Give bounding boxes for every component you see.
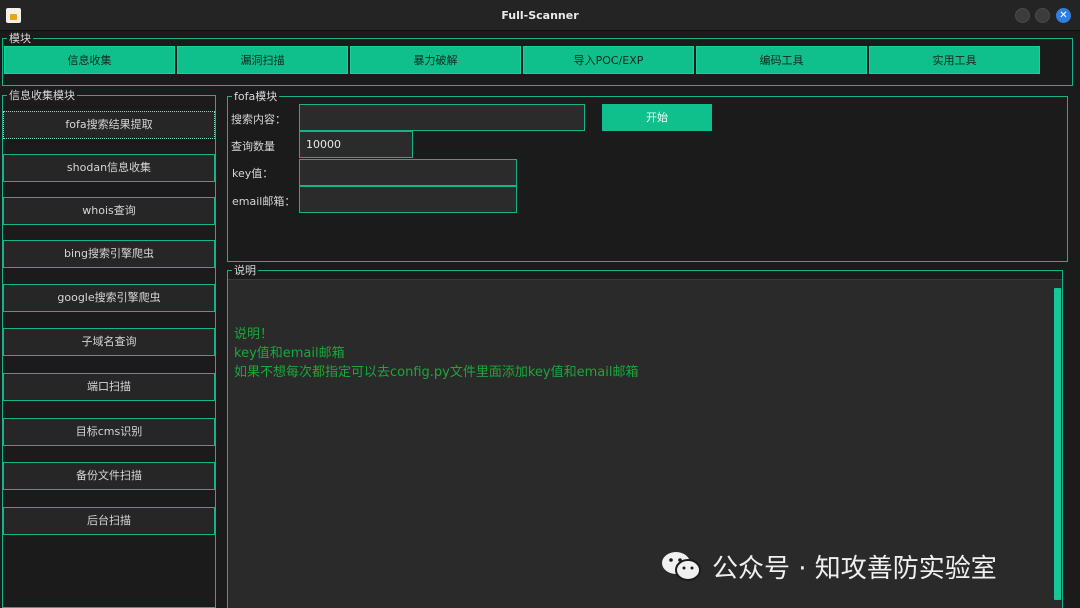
watermark: 公众号 · 知攻善防实验室 bbox=[660, 548, 997, 584]
title-bar: Full-Scanner ✕ bbox=[0, 0, 1080, 31]
sidebar-item-cms[interactable]: 目标cms识别 bbox=[3, 418, 215, 446]
description-legend: 说明 bbox=[232, 264, 258, 277]
maximize-button[interactable] bbox=[1035, 8, 1050, 23]
email-input[interactable] bbox=[299, 186, 517, 213]
tab-encoding-tools[interactable]: 编码工具 bbox=[696, 46, 867, 74]
sidebar-item-admin-scan[interactable]: 后台扫描 bbox=[3, 507, 215, 535]
key-input[interactable] bbox=[299, 159, 517, 186]
tab-utility-tools[interactable]: 实用工具 bbox=[869, 46, 1040, 74]
scrollbar-thumb[interactable] bbox=[1054, 288, 1061, 600]
watermark-text: 公众号 · 知攻善防实验室 bbox=[712, 553, 997, 584]
search-label: 搜索内容： bbox=[231, 113, 286, 126]
close-icon: ✕ bbox=[1059, 10, 1068, 21]
sidebar-item-google[interactable]: google搜索引擎爬虫 bbox=[3, 284, 215, 312]
search-input[interactable] bbox=[299, 104, 585, 131]
description-line: 说明！ bbox=[234, 327, 274, 342]
description-line: 如果不想每次都指定可以去config.py文件里面添加key值和email邮箱 bbox=[234, 365, 639, 380]
sidebar-item-backup-scan[interactable]: 备份文件扫描 bbox=[3, 462, 215, 490]
minimize-button[interactable] bbox=[1015, 8, 1030, 23]
start-button[interactable]: 开始 bbox=[602, 104, 712, 131]
close-button[interactable]: ✕ bbox=[1056, 8, 1071, 23]
sidebar-item-whois[interactable]: whois查询 bbox=[3, 197, 215, 225]
sidebar-item-port-scan[interactable]: 端口扫描 bbox=[3, 373, 215, 401]
window-title: Full-Scanner bbox=[501, 9, 579, 22]
modules-legend: 模块 bbox=[7, 32, 33, 45]
sidebar-item-fofa[interactable]: fofa搜索结果提取 bbox=[3, 111, 215, 139]
tab-info-gathering[interactable]: 信息收集 bbox=[4, 46, 175, 74]
description-line: key值和email邮箱 bbox=[234, 346, 345, 361]
sidebar-item-shodan[interactable]: shodan信息收集 bbox=[3, 154, 215, 182]
sidebar-legend: 信息收集模块 bbox=[7, 89, 77, 102]
key-label: key值： bbox=[232, 167, 274, 180]
tab-vuln-scan[interactable]: 漏洞扫描 bbox=[177, 46, 348, 74]
fofa-legend: fofa模块 bbox=[232, 90, 280, 103]
tab-import-poc[interactable]: 导入POC/EXP bbox=[523, 46, 694, 74]
sidebar-item-bing[interactable]: bing搜索引擎爬虫 bbox=[3, 240, 215, 268]
email-label: email邮箱： bbox=[232, 195, 296, 208]
count-label: 查询数量 bbox=[231, 140, 275, 153]
count-input[interactable]: 10000 bbox=[299, 131, 413, 158]
wechat-icon bbox=[662, 552, 701, 581]
tab-brute-force[interactable]: 暴力破解 bbox=[350, 46, 521, 74]
sidebar-item-subdomain[interactable]: 子域名查询 bbox=[3, 328, 215, 356]
